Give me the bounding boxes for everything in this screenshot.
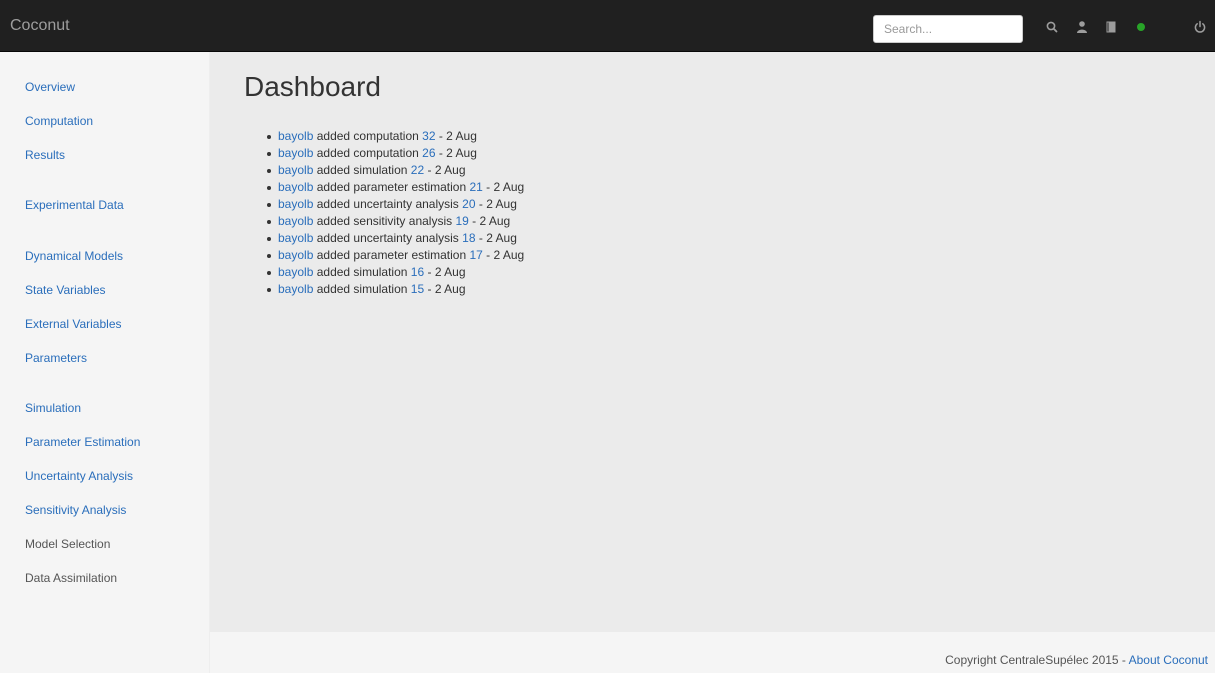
activity-date: 2 Aug [493,248,525,262]
activity-user-link[interactable]: bayolb [278,197,313,211]
activity-action: added computation [316,146,419,160]
activity-date: 2 Aug [486,231,517,245]
sidebar-item-simulation[interactable]: Simulation [25,401,81,415]
activity-user-link[interactable]: bayolb [278,282,313,296]
activity-id-link[interactable]: 32 [422,129,435,143]
activity-id-link[interactable]: 16 [411,265,424,279]
user-icon[interactable] [1075,20,1089,34]
footer: Copyright CentraleSupélec 2015 - About C… [210,632,1215,673]
search-icon[interactable] [1045,20,1059,34]
activity-id-link[interactable]: 22 [411,163,424,177]
activity-date: 2 Aug [479,214,511,228]
activity-date: 2 Aug [434,265,466,279]
sidebar-item-state-variables[interactable]: State Variables [25,283,106,297]
brand-logo[interactable]: Coconut [10,17,70,35]
status-dot-icon [1134,20,1148,34]
footer-separator: - [1118,653,1129,667]
main-content: Dashboard bayolb added computation 32 - … [210,52,1215,632]
sidebar-item-parameter-estimation[interactable]: Parameter Estimation [25,435,140,449]
activity-item: bayolb added computation 26 - 2 Aug [267,145,878,162]
activity-id-link[interactable]: 20 [462,197,475,211]
activity-action: added computation [316,129,419,143]
activity-action: added simulation [316,282,408,296]
activity-item: bayolb added parameter estimation 17 - 2… [267,247,878,264]
activity-date: 2 Aug [446,146,477,160]
activity-user-link[interactable]: bayolb [278,265,313,279]
sidebar-item-uncertainty-analysis[interactable]: Uncertainty Analysis [25,469,133,483]
activity-id-link[interactable]: 26 [422,146,435,160]
activity-item: bayolb added simulation 15 - 2 Aug [267,281,878,298]
activity-item: bayolb added uncertainty analysis 20 - 2… [267,196,878,213]
activity-action: added sensitivity analysis [316,214,453,228]
activity-user-link[interactable]: bayolb [278,214,313,228]
book-icon[interactable] [1104,20,1118,34]
sidebar-item-dynamical-models[interactable]: Dynamical Models [25,249,123,263]
sidebar: Overview Computation Results Experimenta… [0,52,210,673]
activity-user-link[interactable]: bayolb [278,163,313,177]
activity-date: 2 Aug [486,197,517,211]
activity-item: bayolb added simulation 22 - 2 Aug [267,162,878,179]
sidebar-item-sensitivity-analysis[interactable]: Sensitivity Analysis [25,503,126,517]
footer-text: Copyright CentraleSupélec 2015 - About C… [945,653,1208,667]
activity-list: bayolb added computation 32 - 2 Aug bayol… [244,128,878,298]
activity-id-link[interactable]: 19 [455,214,468,228]
search-input[interactable] [873,15,1023,43]
sidebar-item-model-selection: Model Selection [25,537,111,551]
activity-date: 2 Aug [493,180,525,194]
activity-action: added uncertainty analysis [316,231,459,245]
activity-user-link[interactable]: bayolb [278,231,313,245]
sidebar-item-overview[interactable]: Overview [25,80,75,94]
activity-item: bayolb added uncertainty analysis 18 - 2… [267,230,878,247]
activity-user-link[interactable]: bayolb [278,146,313,160]
power-icon[interactable] [1193,20,1207,34]
activity-user-link[interactable]: bayolb [278,129,313,143]
activity-user-link[interactable]: bayolb [278,180,313,194]
activity-action: added simulation [316,163,408,177]
activity-item: bayolb added simulation 16 - 2 Aug [267,264,878,281]
activity-id-link[interactable]: 17 [469,248,482,262]
page-title: Dashboard [244,71,381,102]
activity-action: added parameter estimation [316,248,467,262]
sidebar-item-external-variables[interactable]: External Variables [25,317,122,331]
sidebar-item-data-assimilation: Data Assimilation [25,571,118,585]
sidebar-item-computation[interactable]: Computation [25,114,93,128]
activity-item: bayolb added parameter estimation 21 - 2… [267,179,878,196]
activity-date: 2 Aug [446,129,477,143]
sidebar-item-experimental-data[interactable]: Experimental Data [25,198,124,212]
activity-item: bayolb added computation 32 - 2 Aug [267,128,878,145]
activity-date: 2 Aug [434,282,466,296]
activity-id-link[interactable]: 15 [411,282,424,296]
activity-action: added simulation [316,265,408,279]
activity-action: added parameter estimation [316,180,467,194]
activity-id-link[interactable]: 18 [462,231,475,245]
activity-date: 2 Aug [434,163,466,177]
activity-user-link[interactable]: bayolb [278,248,313,262]
about-link[interactable]: About Coconut [1129,653,1208,667]
sidebar-item-parameters[interactable]: Parameters [25,351,87,365]
copyright-text: Copyright CentraleSupélec 2015 [945,653,1119,667]
sidebar-item-results[interactable]: Results [25,148,65,162]
activity-id-link[interactable]: 21 [469,180,482,194]
top-navbar: Coconut [0,0,1215,52]
activity-action: added uncertainty analysis [316,197,459,211]
activity-item: bayolb added sensitivity analysis 19 - 2… [267,213,878,230]
